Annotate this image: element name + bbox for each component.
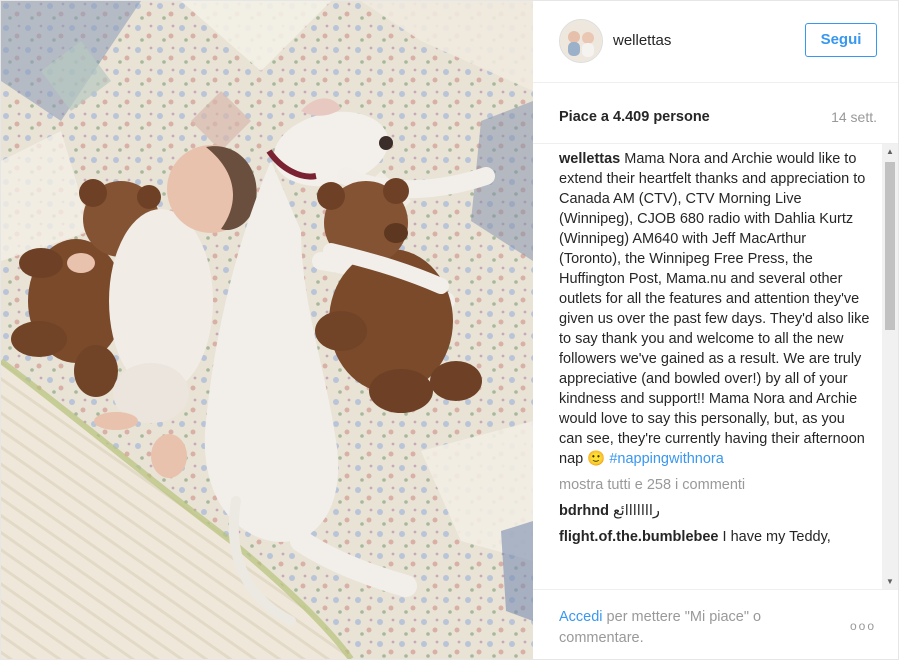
caption: wellettas Mama Nora and Archie would lik…: [559, 149, 871, 469]
emoji-icon: 🙂: [587, 451, 606, 467]
comments-scrollbar[interactable]: ▲ ▼: [882, 144, 898, 590]
username[interactable]: wellettas: [613, 32, 671, 49]
comments-list: wellettas Mama Nora and Archie would lik…: [559, 149, 871, 547]
post-header: wellettas Segui: [533, 1, 898, 83]
caption-author[interactable]: wellettas: [559, 151, 620, 167]
follow-button[interactable]: Segui: [805, 23, 877, 57]
post-date[interactable]: 14 sett.: [831, 109, 877, 125]
post-side-panel: wellettas Segui Piace a 4.409 persone 14…: [533, 1, 898, 659]
comment-author[interactable]: bdrhnd: [559, 503, 609, 519]
post-stats: Piace a 4.409 persone 14 sett.: [559, 109, 877, 129]
login-prompt: Accedi per mettere "Mi piace" o commenta…: [559, 607, 819, 649]
likes-count[interactable]: Piace a 4.409 persone: [559, 109, 710, 125]
scrollbar-thumb[interactable]: [885, 162, 895, 330]
avatar[interactable]: [559, 19, 603, 63]
post-footer: Accedi per mettere "Mi piace" o commenta…: [533, 589, 898, 659]
post-photo[interactable]: [1, 1, 533, 659]
comment-author[interactable]: flight.of.the.bumblebee: [559, 529, 719, 545]
more-options-icon[interactable]: ooo: [850, 619, 876, 633]
hashtag-link[interactable]: #nappingwithnora: [609, 451, 723, 467]
comment-text: رااااااائع: [612, 503, 660, 519]
caption-text: Mama Nora and Archie would like to exten…: [559, 151, 870, 467]
comment-item: bdrhnd رااااااائع: [559, 501, 871, 521]
scroll-down-arrow-icon[interactable]: ▼: [882, 574, 898, 590]
scroll-up-arrow-icon[interactable]: ▲: [882, 144, 898, 160]
show-all-comments-link[interactable]: mostra tutti e 258 i commenti: [559, 475, 871, 495]
login-link[interactable]: Accedi: [559, 609, 603, 625]
comment-text: I have my Teddy,: [722, 529, 831, 545]
comment-item: flight.of.the.bumblebee I have my Teddy,: [559, 527, 871, 547]
instagram-post: wellettas Segui Piace a 4.409 persone 14…: [0, 0, 899, 660]
comments-area[interactable]: wellettas Mama Nora and Archie would lik…: [533, 143, 898, 590]
